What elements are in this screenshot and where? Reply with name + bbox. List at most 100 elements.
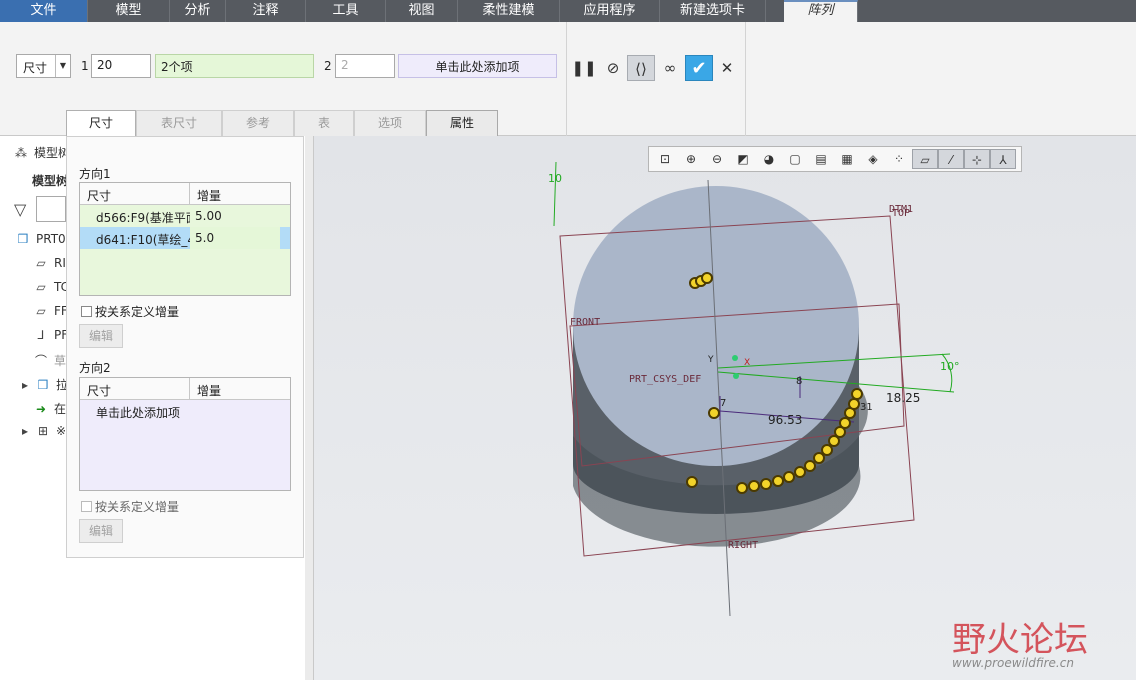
tree-header: ⁂ 模型树	[15, 146, 71, 160]
direction1-table: 尺寸 增量 d566:F9(基准平面 5.00 d641:F10(草绘_4 5.…	[79, 182, 291, 296]
pattern-icon: ⊞	[37, 424, 49, 438]
datum-plane-icon: ▱	[36, 256, 46, 270]
tab-analysis[interactable]: 分析	[170, 0, 226, 22]
direction2-title: 方向2	[79, 361, 111, 375]
direction2-items-collector[interactable]: 单击此处添加项	[398, 54, 557, 78]
tree-item-top[interactable]: ▱ TC	[34, 280, 69, 294]
dim-7[interactable]: 7	[720, 398, 726, 409]
sketch-icon: ⌒	[34, 354, 47, 368]
subtab-properties[interactable]: 属性	[426, 110, 498, 136]
direction2-table: 尺寸 增量 单击此处添加项	[79, 377, 291, 491]
dim-31[interactable]: 31	[860, 402, 873, 413]
direction2-label: 2	[324, 59, 332, 73]
col-dimension: 尺寸	[80, 378, 190, 399]
label-right: RIGHT	[728, 540, 758, 551]
tab-new[interactable]: 新建选项卡	[660, 0, 766, 22]
col-increment: 增量	[197, 384, 222, 398]
subtab-references[interactable]: 参考	[222, 110, 294, 136]
filter-icon[interactable]: ▽	[14, 200, 26, 219]
close-icon[interactable]: ✕	[713, 55, 741, 81]
add-item-row[interactable]: 单击此处添加项	[80, 400, 290, 422]
direction1-count-input[interactable]: 20	[91, 54, 151, 78]
cylinder-top	[573, 186, 859, 466]
watermark-title: 野火论坛	[952, 620, 1088, 660]
tab-annotate[interactable]: 注释	[226, 0, 306, 22]
col-dimension: 尺寸	[80, 183, 190, 204]
subtab-options[interactable]: 选项	[354, 110, 426, 136]
dim-10-degree[interactable]: 10°	[940, 360, 960, 373]
dimensions-panel: 方向1 尺寸 增量 d566:F9(基准平面 5.00 d641:F10(草绘_…	[66, 136, 304, 558]
table-header: 尺寸 增量	[80, 378, 290, 400]
row-increment[interactable]: 5.0	[190, 227, 280, 249]
axis-x-label: X	[744, 358, 750, 368]
tab-file[interactable]: 文件	[0, 0, 88, 22]
csys-icon: ⅃	[37, 328, 45, 342]
pattern-type-select[interactable]: 尺寸 ▼	[16, 54, 71, 78]
tree-item-csys[interactable]: ⅃ PF	[34, 328, 68, 342]
tree-item-sketch[interactable]: ⌒ 草	[34, 352, 66, 369]
graphics-window[interactable]: ⊡ ⊕ ⊖ ◩ ◕ ▢ ▤ ▦ ◈ ⁘ ▱ ⁄ ⊹ ⅄ DTM1 TOP FRO…	[314, 136, 1136, 680]
tree-scrollbar[interactable]	[305, 136, 313, 680]
edit-button-1[interactable]: 编辑	[79, 324, 123, 348]
preview-icon[interactable]: ⟨⟩	[627, 55, 655, 81]
table-row[interactable]: d641:F10(草绘_4 5.0	[80, 227, 290, 249]
direction2-count-input[interactable]: 2	[335, 54, 395, 78]
subtab-table-dimensions[interactable]: 表尺寸	[136, 110, 222, 136]
tree-search-input[interactable]	[36, 196, 66, 222]
glasses-icon[interactable]: ∞	[656, 55, 684, 81]
datum-plane-icon: ▱	[36, 304, 46, 318]
label-front: FRONT	[570, 317, 600, 328]
datum-plane-icon: ▱	[36, 280, 46, 294]
tab-flexible-modeling[interactable]: 柔性建模	[458, 0, 560, 22]
expand-icon[interactable]: ▸	[20, 424, 30, 438]
table-row[interactable]: d566:F9(基准平面 5.00	[80, 205, 290, 227]
tree-item-extrude[interactable]: ▸ ❒ 拉	[20, 376, 68, 393]
pause-icon[interactable]: ❚❚	[570, 55, 598, 81]
dim-18-25[interactable]: 18.25	[886, 391, 920, 405]
tab-view[interactable]: 视图	[386, 0, 458, 22]
row-dimension: d641:F10(草绘_4	[96, 233, 190, 247]
expand-icon[interactable]: ▸	[20, 378, 30, 392]
tree-item-pattern[interactable]: ▸ ⊞ ※	[20, 424, 66, 438]
tree-icon: ⁂	[15, 146, 27, 160]
subtab-tables[interactable]: 表	[294, 110, 354, 136]
dim-96-53[interactable]: 96.53	[768, 413, 802, 427]
tree-item-part[interactable]: ❒ PRT0	[16, 232, 66, 246]
extrude-icon: ❒	[37, 378, 49, 392]
pattern-dashboard: 尺寸 ▼ 1 20 2个项 2 2 单击此处添加项 ❚❚ ⊘ ⟨⟩ ∞ ✔ ✕ …	[0, 22, 1136, 136]
watermark-url: www.proewildfire.cn	[952, 656, 1074, 670]
tree-item-front[interactable]: ▱ FF	[34, 304, 67, 318]
direction1-items-collector[interactable]: 2个项	[155, 54, 314, 78]
checkmark-icon[interactable]: ✔	[685, 55, 713, 81]
tab-tools[interactable]: 工具	[306, 0, 386, 22]
dim-10[interactable]: 10	[548, 172, 562, 185]
part-icon: ❒	[17, 232, 29, 246]
tree-item-right[interactable]: ▱ RI	[34, 256, 66, 270]
no-entry-icon[interactable]: ⊘	[599, 55, 627, 81]
dashboard-subtabs: 尺寸 表尺寸 参考 表 选项 属性	[66, 110, 498, 136]
edit-button-2[interactable]: 编辑	[79, 519, 123, 543]
ribbon-tabs: 文件 模型 分析 注释 工具 视图 柔性建模 应用程序 新建选项卡 阵列	[0, 0, 1136, 22]
relation-checkbox-2[interactable]: 按关系定义增量	[81, 498, 179, 515]
table-header: 尺寸 增量	[80, 183, 290, 205]
tab-applications[interactable]: 应用程序	[560, 0, 660, 22]
tree-item-insert-here[interactable]: ➜ 在	[34, 400, 66, 417]
tab-pattern[interactable]: 阵列	[784, 0, 858, 22]
row-dimension: d566:F9(基准平面	[96, 211, 190, 225]
chevron-down-icon[interactable]: ▼	[55, 55, 70, 77]
direction1-title: 方向1	[79, 167, 111, 181]
model-viewport: DTM1 TOP FRONT RIGHT PRT_CSYS_DEF 10 10°…	[548, 161, 960, 617]
col-increment: 增量	[197, 189, 222, 203]
direction1-label: 1	[81, 59, 89, 73]
label-top: TOP	[892, 208, 910, 219]
add-item-text: 单击此处添加项	[96, 406, 181, 420]
row-increment[interactable]: 5.00	[190, 205, 280, 227]
subtab-dimensions[interactable]: 尺寸	[66, 110, 136, 136]
axis-y-label: Y	[707, 355, 714, 365]
relation-checkbox-1[interactable]: 按关系定义增量	[81, 303, 179, 320]
pattern-type-value: 尺寸	[23, 61, 48, 75]
dim-8[interactable]: 8	[796, 376, 802, 387]
tab-model[interactable]: 模型	[88, 0, 170, 22]
label-csys: PRT_CSYS_DEF	[629, 374, 701, 385]
tree-subheader: 模型树	[32, 174, 69, 188]
